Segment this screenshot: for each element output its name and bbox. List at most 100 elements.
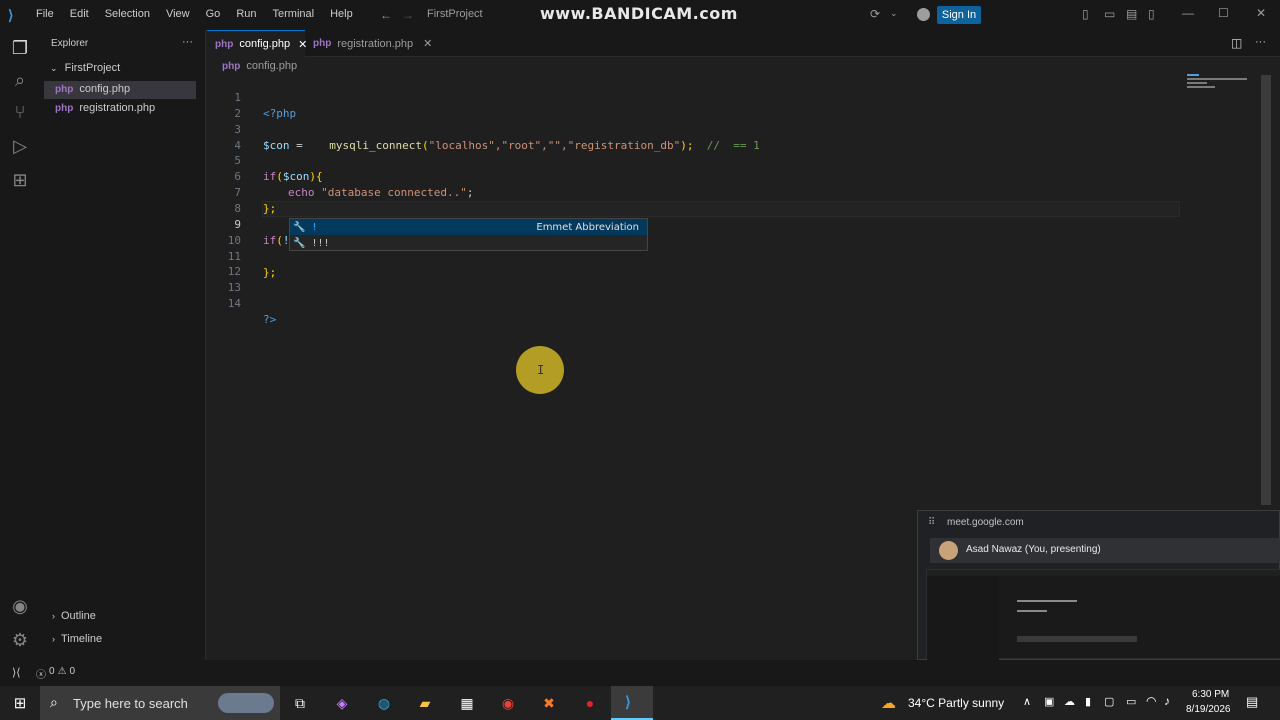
remote-icon[interactable]: ⟩⟨ <box>12 666 21 679</box>
suggestion-item[interactable]: 🔧 ! Emmet Abbreviation <box>290 219 647 235</box>
menu-terminal[interactable]: Terminal <box>265 8 323 20</box>
wifi-icon[interactable]: ◠ <box>1146 694 1156 708</box>
settings-gear-icon[interactable]: ⚙ <box>8 628 32 652</box>
taskbar-search-placeholder: Type here to search <box>73 696 188 711</box>
extensions-icon[interactable]: ⊞ <box>8 168 32 192</box>
code-line[interactable]: 9 if(!$con){ <box>207 201 1187 247</box>
split-editor-icon[interactable]: ◫ <box>1231 36 1242 50</box>
weather-icon[interactable]: ☁ <box>881 694 896 712</box>
menu-selection[interactable]: Selection <box>97 8 158 20</box>
tab-registration[interactable]: php registration.php ✕ <box>305 30 432 57</box>
back-arrow-icon[interactable]: ← <box>374 8 398 22</box>
layout-toggle-icon[interactable]: ▯ <box>1076 7 1095 21</box>
chevron-down-icon[interactable]: ⌄ <box>884 8 904 19</box>
outline-section[interactable]: › Outline <box>52 610 96 622</box>
more-actions-icon[interactable]: ··· <box>1255 36 1266 48</box>
minimize-icon[interactable]: — <box>1176 6 1200 20</box>
chrome-icon[interactable]: ◉ <box>497 692 519 714</box>
edge-browser-icon[interactable]: ◍ <box>373 692 395 714</box>
microsoft-store-icon[interactable]: ▦ <box>456 692 478 714</box>
windows-start-icon[interactable]: ⊞ <box>9 692 31 714</box>
php-file-icon: php <box>313 38 332 49</box>
show-hidden-icons-icon[interactable]: ∧ <box>1023 695 1031 708</box>
vscode-logo-icon: ⟩ <box>625 694 631 711</box>
xampp-icon[interactable]: ✖ <box>538 692 560 714</box>
minimap[interactable] <box>1187 74 1257 90</box>
run-debug-icon[interactable]: ▷ <box>8 134 32 158</box>
project-folder-label: FirstProject <box>64 62 121 74</box>
notification-icon[interactable]: ▤ <box>1246 694 1258 710</box>
title-bar: ⟩ File Edit Selection View Go Run Termin… <box>0 0 1280 30</box>
taskbar-search-box[interactable]: ⌕ Type here to search <box>40 686 280 720</box>
meet-presenting-overlay[interactable]: ⠿ meet.google.com Asad Nawaz (You, prese… <box>917 510 1280 660</box>
warning-icon: ⚠ <box>57 666 67 677</box>
source-control-icon[interactable]: ⑂ <box>8 100 32 124</box>
chevron-right-icon: › <box>52 611 55 621</box>
code-line[interactable]: 1 <?php <box>207 74 1187 120</box>
clock-time[interactable]: 6:30 PM <box>1192 689 1229 700</box>
code-line[interactable]: 8 <box>207 185 1187 215</box>
task-view-icon[interactable]: ⧉ <box>289 692 311 714</box>
bandicam-record-icon[interactable]: ● <box>579 692 601 714</box>
onedrive-icon[interactable]: ☁ <box>1064 695 1075 708</box>
accounts-icon[interactable] <box>917 8 930 21</box>
menu-view[interactable]: View <box>158 8 198 20</box>
explorer-icon[interactable]: ❐ <box>8 36 32 60</box>
more-actions-icon[interactable]: ··· <box>182 36 193 48</box>
forward-arrow-icon[interactable]: → <box>396 8 420 22</box>
line-number: 14 <box>227 297 241 310</box>
code-line[interactable]: 13 <box>207 264 1187 294</box>
code-line[interactable]: 4 <box>207 122 1187 152</box>
close-window-icon[interactable]: ✕ <box>1250 6 1272 20</box>
command-center-search[interactable]: FirstProject <box>427 8 483 20</box>
account-icon[interactable]: ◉ <box>8 594 32 618</box>
menu-file[interactable]: File <box>28 8 62 20</box>
project-folder[interactable]: ⌄ FirstProject <box>50 62 120 74</box>
close-tab-icon[interactable]: ✕ <box>423 37 432 50</box>
error-count: 0 <box>49 666 55 677</box>
code-line[interactable]: 7 }; <box>207 169 1187 215</box>
search-highlight-icon <box>218 693 274 713</box>
suggestion-detail: Emmet Abbreviation <box>536 221 639 233</box>
wrench-icon: 🔧 <box>293 221 306 233</box>
sidebar-toggle-icon[interactable]: ▭ <box>1098 7 1121 21</box>
volume-icon[interactable]: ♪ <box>1164 694 1170 708</box>
menu-edit[interactable]: Edit <box>62 8 97 20</box>
suggest-widget: 🔧 ! Emmet Abbreviation 🔧 !!! <box>289 218 648 251</box>
menu-run[interactable]: Run <box>228 8 264 20</box>
problems-indicator[interactable]: ⓧ 0 ⚠ 0 <box>36 666 75 681</box>
suggestion-item[interactable]: 🔧 !!! <box>290 235 647 251</box>
menu-help[interactable]: Help <box>322 8 361 20</box>
file-item-registration[interactable]: php registration.php <box>55 102 155 114</box>
code-line[interactable]: 3 $con = mysqli_connect("localhos","root… <box>207 106 1187 152</box>
tab-config[interactable]: php config.php ✕ <box>207 30 307 57</box>
weather-text[interactable]: 34°C Partly sunny <box>908 696 1004 710</box>
tray-app-icon[interactable]: ▢ <box>1104 695 1114 708</box>
sign-in-button[interactable]: Sign In <box>937 6 981 24</box>
search-icon[interactable]: ⌕ <box>8 68 32 92</box>
battery-icon[interactable]: ▭ <box>1126 695 1136 708</box>
error-icon: ⓧ <box>36 670 46 681</box>
usb-icon[interactable]: ▮ <box>1085 695 1091 708</box>
breadcrumb[interactable]: php config.php <box>222 60 297 72</box>
file-item-config[interactable]: php config.php <box>44 81 196 99</box>
code-line[interactable]: 5 if($con){ <box>207 137 1187 183</box>
code-line[interactable]: 2 <box>207 90 1187 120</box>
meet-domain: meet.google.com <box>947 517 1024 528</box>
timeline-section[interactable]: › Timeline <box>52 633 102 645</box>
copilot-app-icon[interactable]: ◈ <box>331 692 353 714</box>
secondary-sidebar-icon[interactable]: ▯ <box>1142 7 1161 21</box>
code-line[interactable]: 6 echo "database connected.."; <box>207 153 1187 199</box>
vertical-scrollbar[interactable] <box>1261 75 1271 505</box>
copilot-icon[interactable]: ⟳ <box>864 7 886 21</box>
menu-go[interactable]: Go <box>198 8 229 20</box>
clock-date[interactable]: 8/19/2026 <box>1186 704 1231 715</box>
vscode-taskbar-item[interactable]: ⟩ <box>611 686 653 720</box>
tray-app-icon[interactable]: ▣ <box>1044 695 1054 708</box>
panel-toggle-icon[interactable]: ▤ <box>1120 7 1143 21</box>
file-explorer-icon[interactable]: ▰ <box>414 692 436 714</box>
code-line[interactable]: 14 ?> <box>207 280 1187 326</box>
sidebar-title: Explorer <box>51 38 89 49</box>
php-file-icon: php <box>222 61 241 72</box>
maximize-icon[interactable]: ☐ <box>1212 6 1235 20</box>
